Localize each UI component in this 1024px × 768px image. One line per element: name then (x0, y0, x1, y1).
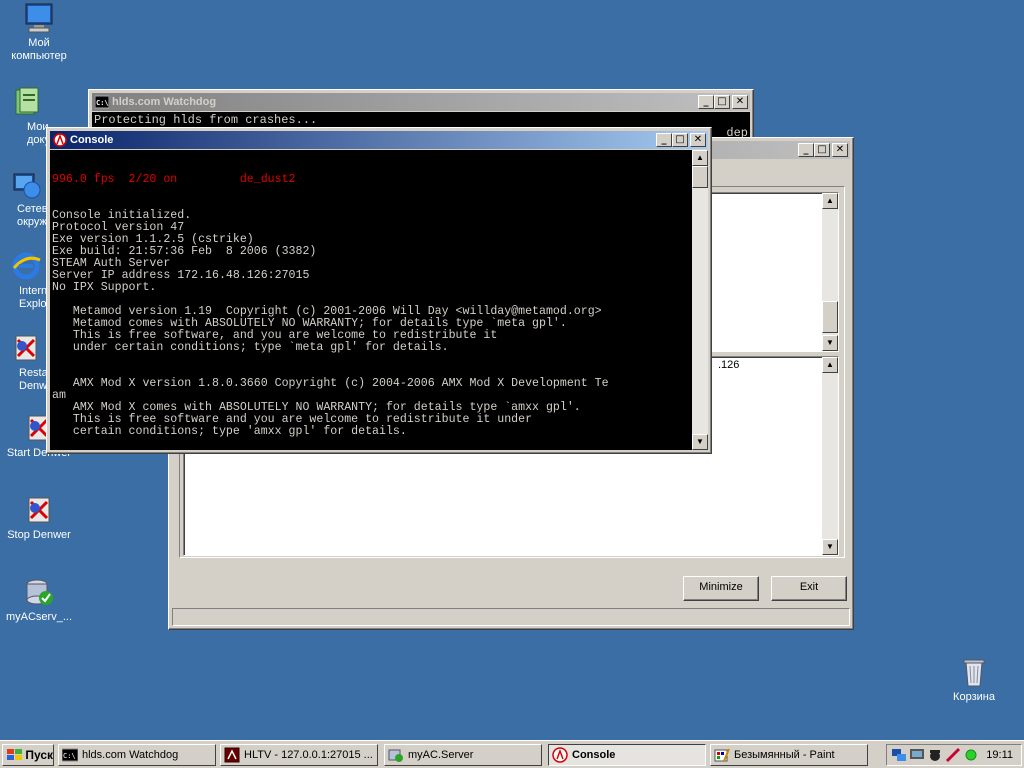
desktop-icon-label: Корзина (953, 691, 995, 703)
clock: 19:11 (986, 749, 1013, 761)
task-hltv[interactable]: HLTV - 127.0.0.1:27015 ... (220, 744, 378, 766)
scroll-up-button[interactable]: ▲ (692, 150, 708, 166)
desktop-icon-my-computer[interactable]: Мой компьютер (1, 2, 77, 63)
maximize-button[interactable]: □ (814, 143, 830, 157)
watchdog-titlebar[interactable]: C:\ hlds.com Watchdog _ □ ✕ (92, 93, 750, 111)
console-line: No IPX Support. (52, 281, 157, 294)
cmd-icon: C:\ (62, 748, 78, 762)
svg-text:C:\: C:\ (63, 752, 76, 760)
minimize-button[interactable]: _ (798, 143, 814, 157)
minimize-app-button[interactable]: Minimize (683, 576, 759, 601)
hltv-icon (224, 747, 240, 763)
scroll-down-button[interactable]: ▼ (692, 434, 708, 450)
scrollbar[interactable]: ▲ ▼ (822, 193, 838, 351)
close-button[interactable]: ✕ (832, 143, 848, 157)
task-label: Безымянный - Paint (734, 749, 835, 761)
scroll-down-button[interactable]: ▼ (822, 335, 838, 351)
desktop-icon-recycle-bin[interactable]: Корзина (936, 656, 1012, 704)
paint-icon (714, 748, 730, 762)
minimize-button[interactable]: _ (656, 133, 672, 147)
desktop-icon-label: Restart Denwer (19, 367, 51, 392)
desktop-icon-myac-server[interactable]: myACserv_... (1, 576, 77, 624)
watchdog-title: hlds.com Watchdog (112, 96, 217, 108)
console-status-line: 996.0 fps 2/20 on de_dust2 (52, 173, 296, 186)
task-myac[interactable]: myAC.Server (384, 744, 542, 766)
status-green-icon[interactable] (963, 747, 979, 763)
desktop-icon-label: myACserv_... (5, 611, 72, 623)
taskbar: Пуск C:\ hlds.com Watchdog HLTV - 127.0.… (0, 740, 1024, 768)
agent-tray-icon[interactable] (927, 747, 943, 763)
maximize-button[interactable]: □ (714, 95, 730, 109)
scroll-up-button[interactable]: ▲ (822, 357, 838, 373)
task-watchdog[interactable]: C:\ hlds.com Watchdog (58, 744, 216, 766)
console-line: AMX Mod X version 1.8.0.3660 Copyright (… (52, 377, 609, 390)
scrollbar[interactable]: ▲ ▼ (822, 357, 838, 555)
task-console[interactable]: Console (548, 744, 706, 766)
desktop-icon-label: Internet Explorer (19, 285, 51, 310)
my-documents-icon (10, 86, 42, 118)
console-line: under certain conditions; type `meta gpl… (52, 341, 449, 354)
desktop-icon-label: Сетевое окружение (17, 203, 51, 228)
stop-denwer-icon (23, 494, 55, 526)
close-button[interactable]: ✕ (732, 95, 748, 109)
myac-server-icon (23, 576, 55, 608)
myac-icon (388, 749, 403, 762)
maximize-button[interactable]: □ (672, 133, 688, 147)
desktop-icon-ie[interactable]: Internet Explorer (1, 250, 51, 311)
recycle-bin-icon (958, 656, 990, 688)
svg-text:C:\: C:\ (96, 99, 109, 107)
task-label: HLTV - 127.0.0.1:27015 ... (244, 749, 373, 761)
close-button[interactable]: ✕ (690, 133, 706, 147)
task-label: Console (572, 749, 616, 761)
console-scrollbar[interactable]: ▲ ▼ (692, 150, 708, 450)
pen-tray-icon[interactable] (945, 747, 961, 763)
console-window[interactable]: Console _ □ ✕ 996.0 fps 2/20 on de_dust2… (46, 127, 712, 454)
scroll-thumb[interactable] (822, 301, 838, 333)
my-computer-icon (23, 2, 55, 34)
minimize-button[interactable]: _ (698, 95, 714, 109)
desktop-icon-label: Мои документы (27, 121, 51, 146)
console-output[interactable]: 996.0 fps 2/20 on de_dust2 Console initi… (50, 150, 708, 450)
halflife-icon (53, 133, 67, 147)
restart-denwer-icon (10, 332, 42, 364)
console-titlebar[interactable]: Console _ □ ✕ (50, 131, 708, 149)
halflife-icon (552, 747, 568, 763)
console-text: 996.0 fps 2/20 on de_dust2 Console initi… (52, 150, 688, 451)
network-tray-icon[interactable] (891, 747, 907, 763)
console-title: Console (70, 134, 114, 146)
system-tray: 19:11 (886, 744, 1022, 766)
myac-status-bar (172, 608, 850, 626)
scroll-down-button[interactable]: ▼ (822, 539, 838, 555)
desktop-icon-stop-denwer[interactable]: Stop Denwer (1, 494, 77, 542)
exit-button[interactable]: Exit (771, 576, 847, 601)
windows-logo-icon (7, 749, 22, 760)
network-icon (10, 168, 42, 200)
start-button[interactable]: Пуск (2, 744, 54, 766)
desktop-icon-label: Мой компьютер (11, 37, 67, 62)
scroll-thumb[interactable] (692, 166, 708, 188)
cmd-icon: C:\ (95, 95, 109, 109)
start-label: Пуск (25, 748, 53, 762)
desktop-icon-restart-denwer[interactable]: Restart Denwer (1, 332, 51, 393)
ie-icon (10, 250, 42, 282)
monitor-tray-icon[interactable] (909, 747, 925, 763)
watchdog-line: Protecting hlds from crashes... (94, 113, 318, 127)
task-label: myAC.Server (408, 749, 474, 761)
task-paint[interactable]: Безымянный - Paint (710, 744, 868, 766)
desktop-icon-my-documents[interactable]: Мои документы (1, 86, 51, 147)
desktop-icon-label: Stop Denwer (7, 529, 71, 541)
desktop-icon-network[interactable]: Сетевое окружение (1, 168, 51, 229)
console-line: certain conditions; type 'amxx gpl' for … (52, 425, 407, 438)
task-label: hlds.com Watchdog (82, 749, 179, 761)
myac-list-text: .126 (718, 359, 740, 371)
scroll-up-button[interactable]: ▲ (822, 193, 838, 209)
